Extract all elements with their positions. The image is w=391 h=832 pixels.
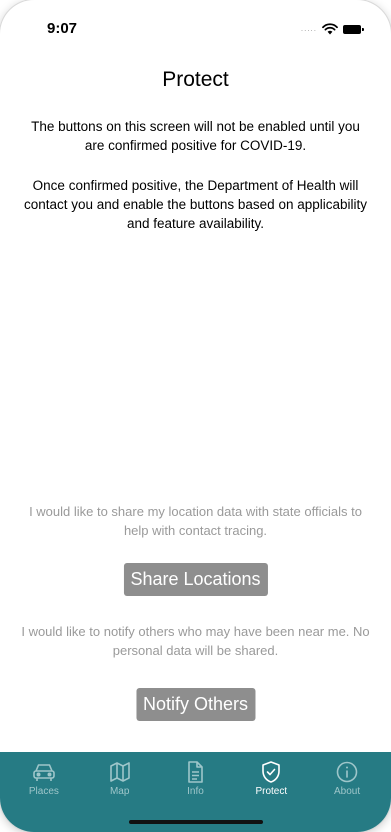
tab-label-map: Map xyxy=(109,786,130,797)
home-indicator[interactable] xyxy=(128,820,263,824)
notify-others-button[interactable]: Notify Others xyxy=(135,688,256,721)
tab-places[interactable]: Places xyxy=(11,752,77,832)
map-icon xyxy=(108,760,132,784)
tab-bar: Places Map Info Protect About xyxy=(0,752,391,832)
status-icons: ..... xyxy=(300,23,364,35)
tab-label-protect: Protect xyxy=(255,786,288,797)
phone-screen: 9:07 ..... Protect The buttons on this s… xyxy=(0,0,391,832)
status-bar: 9:07 ..... xyxy=(0,0,391,52)
intro-paragraph-1: The buttons on this screen will not be e… xyxy=(31,119,360,153)
intro-paragraph-2: Once confirmed positive, the Department … xyxy=(24,178,367,231)
tab-label-places: Places xyxy=(28,786,59,797)
status-time: 9:07 xyxy=(47,20,78,37)
battery-icon xyxy=(343,24,364,34)
car-icon xyxy=(31,760,57,784)
share-locations-button[interactable]: Share Locations xyxy=(123,563,268,596)
notify-others-prompt: I would like to notify others who may ha… xyxy=(21,624,370,658)
page-title: Protect xyxy=(162,68,229,91)
info-circle-icon xyxy=(335,760,359,784)
share-locations-prompt: I would like to share my location data w… xyxy=(29,504,362,538)
signal-icon: ..... xyxy=(300,24,317,33)
document-icon xyxy=(183,760,207,784)
wifi-icon xyxy=(322,23,338,35)
tab-label-info: Info xyxy=(187,786,204,797)
shield-check-icon xyxy=(259,760,283,784)
tab-label-about: About xyxy=(334,786,361,797)
tab-about[interactable]: About xyxy=(314,752,380,832)
